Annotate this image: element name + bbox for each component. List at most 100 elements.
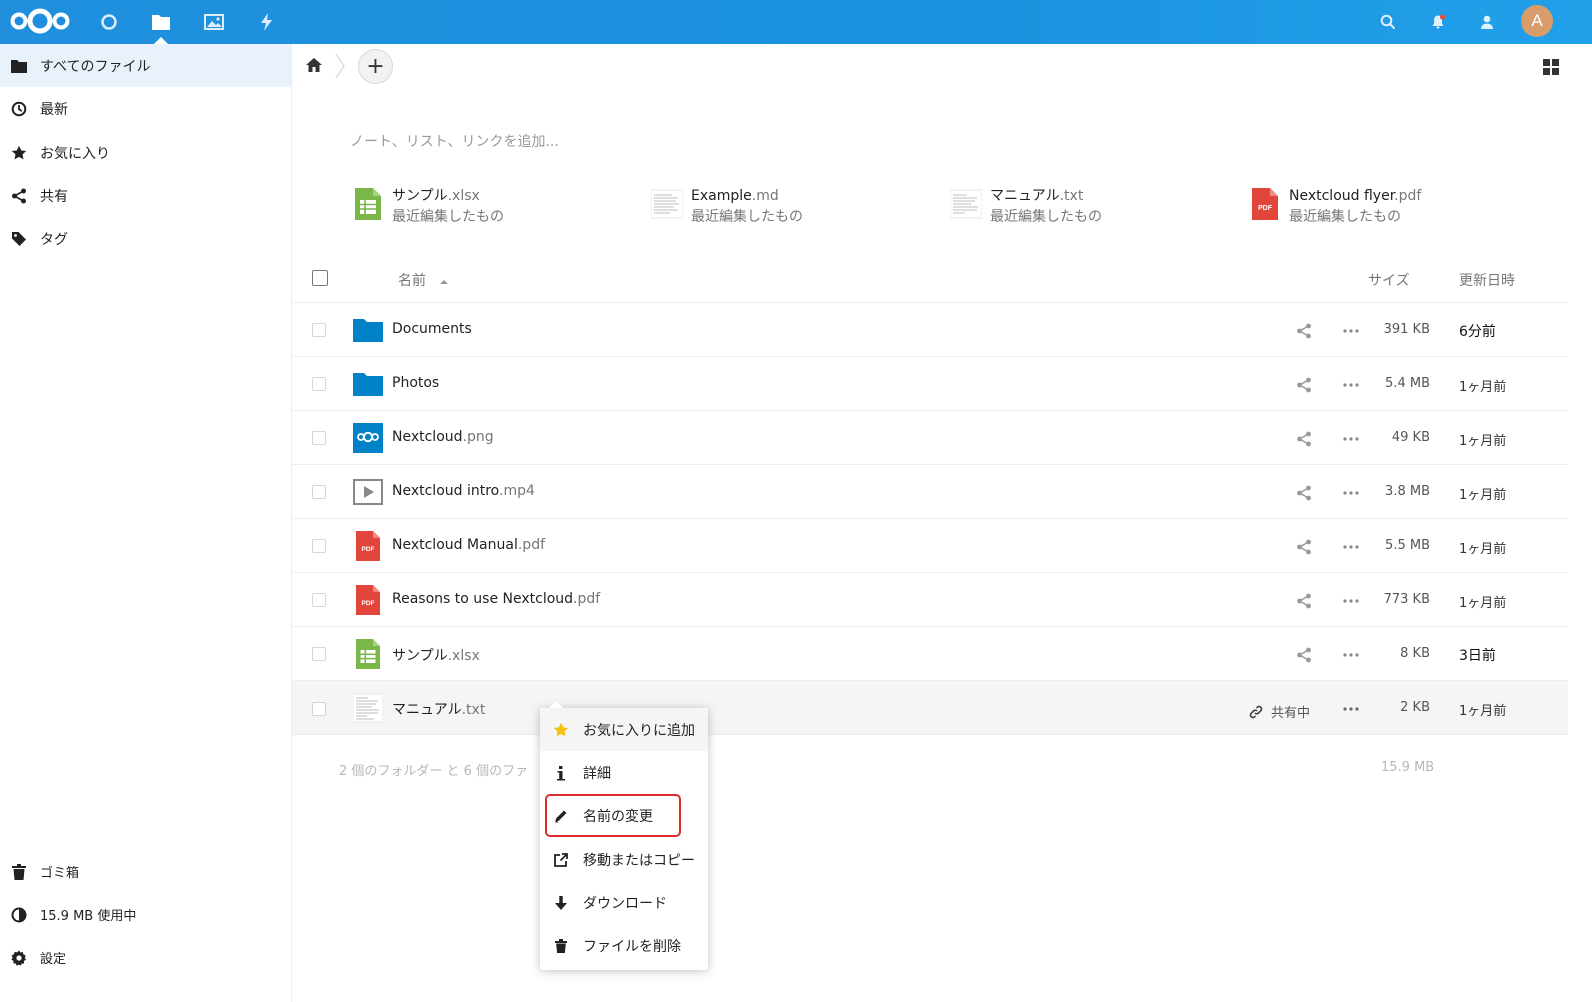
recent-file-ext: .pdf bbox=[1394, 188, 1422, 204]
recent-file-name: Example bbox=[691, 188, 752, 204]
star-icon bbox=[10, 144, 28, 162]
menu-item-download[interactable]: ダウンロード bbox=[540, 881, 708, 924]
file-name[interactable]: Nextcloud Manual.pdf bbox=[392, 537, 545, 553]
file-modified: 1ヶ月前 bbox=[1459, 380, 1507, 395]
more-actions-icon[interactable] bbox=[1343, 323, 1359, 339]
recent-file-ext: .xlsx bbox=[447, 188, 480, 204]
sidebar-item-recent[interactable]: 最新 bbox=[0, 87, 291, 130]
text-document-thumbnail-icon bbox=[651, 186, 683, 222]
file-summary: 2 個のフォルダー と 6 個のファ bbox=[339, 764, 529, 779]
notifications-bell-icon[interactable] bbox=[1424, 8, 1452, 36]
column-header-name[interactable]: 名前 bbox=[398, 270, 449, 290]
folder-icon bbox=[10, 57, 28, 75]
share-icon[interactable] bbox=[1296, 377, 1312, 393]
pdf-badge-label: PDF bbox=[362, 546, 375, 553]
share-icon[interactable] bbox=[1296, 431, 1312, 447]
share-icon[interactable] bbox=[1296, 539, 1312, 555]
file-ext: .pdf bbox=[573, 591, 601, 607]
spreadsheet-icon bbox=[352, 638, 384, 670]
contacts-person-icon[interactable] bbox=[1473, 8, 1501, 36]
more-actions-icon[interactable] bbox=[1343, 539, 1359, 555]
recent-file-card[interactable]: PDF Nextcloud flyer.pdf 最近編集したもの bbox=[1249, 186, 1421, 232]
row-checkbox[interactable] bbox=[312, 647, 326, 661]
file-size: 2 KB bbox=[1400, 700, 1430, 715]
more-actions-icon[interactable] bbox=[1343, 377, 1359, 393]
column-header-size[interactable]: サイズ bbox=[1368, 270, 1410, 290]
sidebar-item-settings[interactable]: 設定 bbox=[0, 936, 291, 979]
file-name[interactable]: Nextcloud intro.mp4 bbox=[392, 483, 535, 499]
note-input[interactable] bbox=[350, 130, 1150, 154]
menu-item-delete[interactable]: ファイルを削除 bbox=[540, 924, 708, 967]
recent-file-name: マニュアル bbox=[990, 188, 1060, 204]
pdf-icon: PDF bbox=[1249, 186, 1281, 222]
photos-image-icon[interactable] bbox=[200, 8, 228, 36]
file-ext: .png bbox=[462, 429, 494, 445]
file-ext: .xlsx bbox=[447, 648, 480, 664]
file-name[interactable]: Nextcloud.png bbox=[392, 429, 494, 445]
user-avatar[interactable]: A bbox=[1521, 5, 1553, 37]
dashboard-icon[interactable] bbox=[95, 8, 123, 36]
share-icon[interactable] bbox=[1296, 593, 1312, 609]
menu-item-label: お気に入りに追加 bbox=[583, 722, 695, 739]
share-icon[interactable] bbox=[1296, 323, 1312, 339]
star-icon bbox=[553, 722, 569, 738]
more-actions-icon[interactable] bbox=[1343, 593, 1359, 609]
share-icon[interactable] bbox=[1296, 485, 1312, 501]
recent-file-card[interactable]: サンプル.xlsx 最近編集したもの bbox=[352, 186, 504, 232]
recent-file-name: サンプル bbox=[392, 188, 448, 204]
row-checkbox[interactable] bbox=[312, 377, 326, 391]
file-name[interactable]: Documents bbox=[392, 321, 472, 337]
files-app-folder-icon[interactable] bbox=[147, 8, 175, 36]
sidebar-item-tags[interactable]: タグ bbox=[0, 217, 291, 260]
trash-icon bbox=[10, 863, 28, 881]
quota-label: 15.9 MB 使用中 bbox=[40, 909, 137, 924]
top-header: A bbox=[0, 0, 1592, 44]
more-actions-icon[interactable] bbox=[1343, 431, 1359, 447]
file-name[interactable]: サンプル.xlsx bbox=[392, 645, 480, 665]
row-checkbox[interactable] bbox=[312, 593, 326, 607]
file-ext: .txt bbox=[461, 702, 486, 718]
menu-item-details[interactable]: 詳細 bbox=[540, 751, 708, 794]
more-actions-icon[interactable] bbox=[1343, 701, 1359, 717]
row-checkbox[interactable] bbox=[312, 539, 326, 553]
sidebar-item-quota[interactable]: 15.9 MB 使用中 bbox=[0, 893, 291, 936]
file-name[interactable]: マニュアル.txt bbox=[392, 699, 485, 719]
file-modified: 1ヶ月前 bbox=[1459, 704, 1507, 719]
file-name[interactable]: Photos bbox=[392, 375, 439, 391]
recent-file-card[interactable]: Example.md 最近編集したもの bbox=[651, 186, 803, 232]
sidebar-item-favorites[interactable]: お気に入り bbox=[0, 131, 291, 174]
more-actions-icon[interactable] bbox=[1343, 485, 1359, 501]
column-header-modified[interactable]: 更新日時 bbox=[1459, 270, 1515, 290]
select-all-checkbox[interactable] bbox=[312, 270, 328, 286]
trash-icon bbox=[553, 938, 569, 954]
menu-item-add-favorite[interactable]: お気に入りに追加 bbox=[540, 708, 708, 751]
file-base-name: Nextcloud bbox=[392, 429, 463, 445]
file-name[interactable]: Reasons to use Nextcloud.pdf bbox=[392, 591, 600, 607]
file-modified: 1ヶ月前 bbox=[1459, 596, 1507, 611]
grid-view-toggle-icon[interactable] bbox=[1543, 59, 1559, 75]
share-icon[interactable] bbox=[1296, 647, 1312, 663]
menu-item-move-copy[interactable]: 移動またはコピー bbox=[540, 838, 708, 881]
row-checkbox[interactable] bbox=[312, 702, 326, 716]
new-file-button[interactable]: + bbox=[358, 49, 393, 84]
total-size: 15.9 MB bbox=[1381, 760, 1435, 775]
file-base-name: Documents bbox=[392, 321, 472, 337]
nextcloud-logo-icon[interactable] bbox=[10, 6, 70, 36]
recent-file-card[interactable]: マニュアル.txt 最近編集したもの bbox=[950, 186, 1102, 232]
sidebar-item-trash[interactable]: ゴミ箱 bbox=[0, 850, 291, 893]
row-checkbox[interactable] bbox=[312, 485, 326, 499]
active-app-indicator bbox=[154, 37, 168, 44]
sidebar-item-all-files[interactable]: すべてのファイル bbox=[0, 44, 291, 87]
search-icon[interactable] bbox=[1374, 8, 1402, 36]
recent-file-name: Nextcloud flyer bbox=[1289, 188, 1395, 204]
more-actions-icon[interactable] bbox=[1343, 647, 1359, 663]
spreadsheet-icon bbox=[352, 186, 384, 222]
video-play-icon bbox=[352, 476, 384, 508]
shared-status[interactable]: 共有中 bbox=[1249, 702, 1310, 721]
pdf-icon: PDF bbox=[352, 530, 384, 562]
sidebar-item-shared[interactable]: 共有 bbox=[0, 174, 291, 217]
breadcrumb-home-icon[interactable] bbox=[305, 56, 325, 76]
activity-lightning-icon[interactable] bbox=[253, 8, 281, 36]
row-checkbox[interactable] bbox=[312, 323, 326, 337]
row-checkbox[interactable] bbox=[312, 431, 326, 445]
